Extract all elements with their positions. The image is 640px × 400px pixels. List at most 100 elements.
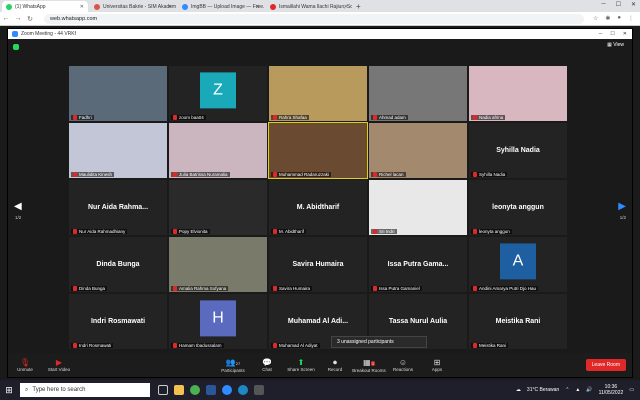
record-button[interactable]: ⏺ Record [318, 358, 352, 372]
reload-icon[interactable]: ↻ [24, 15, 36, 23]
participant-tile[interactable]: A Andini Amarya Putri Djo Hau [469, 237, 567, 292]
participant-name-label: Rahra Shafaa [271, 115, 309, 120]
participant-tile[interactable]: Muhammad Radaruzzaki [268, 122, 368, 179]
participant-name-label: Dinda Bunga [71, 286, 108, 291]
minimize-icon[interactable]: ─ [599, 31, 603, 37]
reactions-button[interactable]: ☺ Reactions [386, 358, 420, 372]
participant-video [469, 66, 567, 121]
network-icon[interactable]: ▲ [575, 387, 580, 393]
zoom-app-icon[interactable] [222, 385, 232, 395]
mic-muted-icon [173, 115, 177, 120]
maximize-icon[interactable]: ☐ [610, 31, 614, 37]
leave-room-button[interactable]: Leave Room [585, 359, 626, 371]
participant-display-name: Indri Rosmawati [90, 318, 146, 325]
weather-text[interactable]: 31°C Berawan [527, 387, 559, 393]
clock[interactable]: 10:36 11/05/2022 [599, 384, 624, 396]
participant-tile[interactable]: Amalia Rahma Sofyana [169, 237, 267, 292]
mic-muted-icon [473, 172, 477, 177]
mic-muted-icon [273, 343, 277, 348]
browser-tab[interactable]: Universitas Bakrie - SIM Akadem... ✕ [90, 1, 176, 12]
participant-tile[interactable]: Rahra Shafaa [269, 66, 367, 121]
profile-icon[interactable]: ● [617, 15, 621, 22]
participant-video [369, 123, 467, 178]
task-view-icon[interactable] [158, 385, 168, 395]
tab-close-icon[interactable]: ✕ [256, 4, 260, 10]
participant-tile[interactable]: Savira Humaira Savira Humaira [269, 237, 367, 292]
participant-tile[interactable]: Issa Putra Gama... Issa Putra Gamaniel [369, 237, 467, 292]
participant-tile[interactable]: Nur Aida Rahma... Nur Aida Rahmadhiany [69, 180, 167, 235]
participant-tile[interactable]: Maulidita Kinesh [69, 123, 167, 178]
breakout-rooms-button[interactable]: ▦3 Breakout Rooms [352, 358, 386, 373]
unmute-button[interactable]: 🎙 Unmute [8, 358, 42, 372]
participant-tile[interactable]: Sri Indri [369, 180, 467, 235]
menu-icon[interactable]: ⋮ [628, 15, 634, 22]
back-icon[interactable]: ← [0, 15, 12, 22]
extensions-icon[interactable]: ✱ [605, 15, 610, 22]
participants-button[interactable]: 👥27 Participants [216, 358, 250, 373]
browser-tab[interactable]: (1) WhatsApp ✕ [2, 1, 88, 12]
share-screen-button[interactable]: ⬆ Share Screen [284, 358, 318, 372]
close-icon[interactable]: ✕ [631, 1, 636, 8]
store-icon[interactable] [254, 385, 264, 395]
participant-tile[interactable]: M. Abidtharif M. Abidtharif [269, 180, 367, 235]
word-icon[interactable] [206, 385, 216, 395]
participants-icon: 👥27 [225, 357, 241, 367]
mic-muted-icon [73, 343, 77, 348]
browser-tab[interactable]: Ismaillahi Wama Ilachi Rajiun, Sou... ✕ [266, 1, 352, 12]
chrome-icon[interactable] [190, 385, 200, 395]
view-button[interactable]: ▦ View [607, 42, 624, 48]
minimize-icon[interactable]: ─ [601, 1, 605, 8]
participant-tile[interactable]: Fadhri [69, 66, 167, 121]
participant-video [369, 180, 467, 235]
edge-icon[interactable] [238, 385, 248, 395]
browser-tab[interactable]: ImgBB — Upload Image — Free... ✕ [178, 1, 264, 12]
mic-muted-icon [73, 229, 77, 234]
start-video-button[interactable]: ▶ Start Video [42, 358, 76, 372]
mic-muted-icon [373, 172, 377, 177]
participant-name-label: Muhamad Al Adiyat [271, 343, 320, 348]
forward-icon[interactable]: → [12, 15, 24, 22]
tab-label: (1) WhatsApp [15, 3, 46, 10]
participant-tile[interactable]: H Hamam Ibadussalam [169, 294, 267, 349]
volume-icon[interactable]: 🔊 [586, 387, 592, 393]
file-explorer-icon[interactable] [174, 385, 184, 395]
participant-gallery: Fadhri Zzoom baa04 Rahra Shafaa Ahmad adam N… [69, 66, 569, 349]
chat-button[interactable]: 💬 Chat [250, 358, 284, 372]
prev-page-icon[interactable]: ◀ [14, 201, 22, 212]
security-shield-icon[interactable] [13, 44, 19, 50]
zoom-title: Zoom Meeting - 44 VRKf [21, 31, 77, 37]
tab-favicon-icon [270, 3, 276, 10]
participant-tile[interactable]: Popy Elvionita [169, 180, 267, 235]
mic-muted-icon [273, 115, 277, 120]
participant-name-label: Syhilla Nadia [471, 172, 508, 177]
mic-muted-icon [373, 286, 377, 291]
participant-tile[interactable]: Dinda Bunga Dinda Bunga [69, 237, 167, 292]
participant-tile[interactable]: Ahmad adam [369, 66, 467, 121]
tab-close-icon[interactable]: ✕ [344, 4, 348, 10]
weather-icon[interactable]: ☁ [516, 387, 521, 393]
participant-tile[interactable]: Indri Rosmawati Indri Rosmawati [69, 294, 167, 349]
new-tab-icon[interactable]: + [356, 1, 361, 12]
maximize-icon[interactable]: ☐ [616, 1, 621, 8]
tab-close-icon[interactable]: ✕ [80, 4, 84, 10]
next-page-icon[interactable]: ▶ [618, 201, 626, 212]
tray-arrow-icon[interactable]: ⌃ [565, 387, 569, 393]
participant-tile[interactable]: Nadia afrina [469, 66, 567, 121]
windows-start-icon[interactable]: ⊞ [0, 385, 18, 396]
close-icon[interactable]: ✕ [623, 31, 627, 37]
participant-tile[interactable]: Zzoom baa04 [169, 66, 267, 121]
mic-muted-icon [373, 115, 377, 120]
star-icon[interactable]: ☆ [593, 15, 598, 22]
participant-tile[interactable]: Meistika Rani Meistika Rani [469, 294, 567, 349]
url-field[interactable]: web.whatsapp.com [44, 13, 584, 24]
notifications-icon[interactable]: ▭ [629, 387, 634, 393]
participant-tile[interactable]: leonyta anggun leonyta anggun [469, 180, 567, 235]
participant-tile[interactable]: Richel lacan [369, 123, 467, 178]
participant-tile[interactable]: Julia Batrissa Nuramalia [169, 123, 267, 178]
apps-button[interactable]: ⊞ Apps [420, 358, 454, 372]
tab-close-icon[interactable]: ✕ [168, 4, 172, 10]
participant-tile[interactable]: Syhilla Nadia Syhilla Nadia [469, 123, 567, 178]
taskbar-search[interactable]: ⌕ Type here to search [20, 383, 150, 397]
participant-avatar: A [500, 242, 536, 279]
mic-muted-icon [273, 229, 277, 234]
